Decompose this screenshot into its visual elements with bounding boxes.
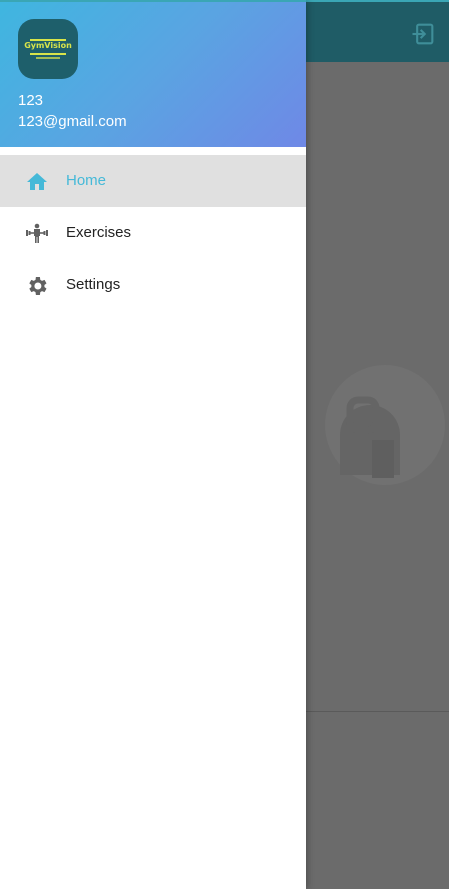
weightlifter-icon <box>25 222 49 246</box>
drawer-header: GymVision 123 123@gmail.com <box>0 0 306 147</box>
menu-item-settings[interactable]: Settings <box>0 259 306 311</box>
menu-label: Home <box>66 172 107 189</box>
logo-text: GymVision <box>24 41 72 50</box>
app-logo: GymVision <box>18 19 78 79</box>
menu-label: Settings <box>66 276 121 293</box>
user-name: 123 <box>18 92 44 109</box>
drawer-menu: Home Exercises Settings <box>0 155 306 311</box>
logo-bar <box>30 53 66 55</box>
kettlebell-illustration <box>325 365 445 485</box>
gear-icon <box>25 274 49 298</box>
home-icon <box>25 170 49 194</box>
user-email: 123@gmail.com <box>18 113 127 130</box>
menu-item-home[interactable]: Home <box>0 155 306 207</box>
logout-icon[interactable] <box>409 20 437 48</box>
menu-label: Exercises <box>66 224 132 241</box>
navigation-drawer: GymVision 123 123@gmail.com Home Exercis… <box>0 0 306 889</box>
logo-underline <box>36 57 60 59</box>
menu-item-exercises[interactable]: Exercises <box>0 207 306 259</box>
